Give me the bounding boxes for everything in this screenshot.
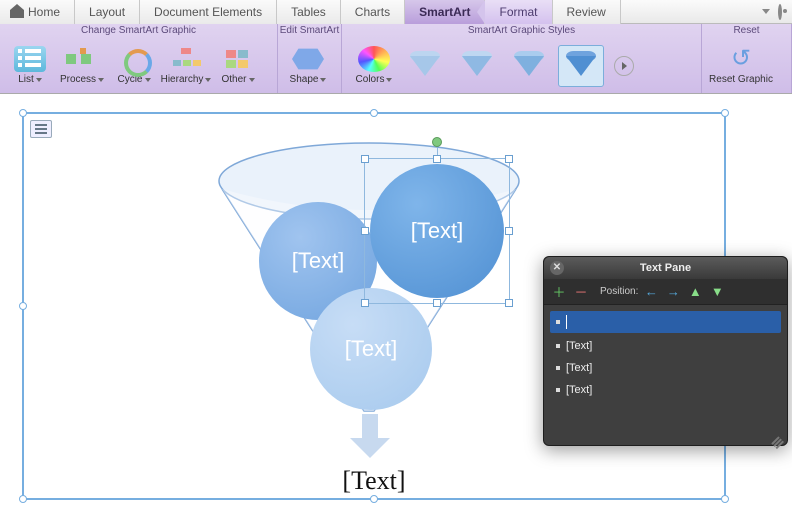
tab-review[interactable]: Review <box>553 0 621 24</box>
text-pane-toggle[interactable] <box>30 120 52 138</box>
resize-handle[interactable] <box>433 299 441 307</box>
reset-icon <box>725 46 757 72</box>
funnel-result-text[interactable]: [Text] <box>314 466 434 496</box>
style-thumb-2[interactable] <box>454 45 500 87</box>
text-pane-item[interactable]: [Text] <box>544 335 787 357</box>
add-item-button[interactable]: ＋ <box>550 283 568 301</box>
group-styles: SmartArt Graphic Styles <box>342 24 701 38</box>
selection-box <box>364 158 510 304</box>
edit-shape-button[interactable]: Shape <box>284 46 332 85</box>
change-hierarchy-button[interactable]: Hierarchy <box>162 46 210 85</box>
funnel-arrow-icon <box>350 414 390 464</box>
resize-handle[interactable] <box>505 155 513 163</box>
style-thumb-3[interactable] <box>506 45 552 87</box>
group-change-smartart: Change SmartArt Graphic <box>0 24 277 38</box>
text-pane-item[interactable]: [Text] <box>544 357 787 379</box>
ribbon: Change SmartArt Graphic List Process Cyc… <box>0 24 792 94</box>
ribbon-collapse-toggle[interactable] <box>762 9 770 14</box>
move-down-button[interactable]: ▼ <box>708 283 726 301</box>
tab-format[interactable]: Format <box>485 0 552 24</box>
resize-handle[interactable] <box>505 299 513 307</box>
text-pane-item-active[interactable] <box>550 311 781 333</box>
change-cycle-button[interactable]: Cycle <box>110 46 158 85</box>
resize-handle[interactable] <box>505 227 513 235</box>
resize-handle[interactable] <box>361 155 369 163</box>
indent-button[interactable]: → <box>664 283 682 301</box>
remove-item-button[interactable]: － <box>572 283 590 301</box>
close-icon[interactable]: ✕ <box>550 261 564 275</box>
tab-charts[interactable]: Charts <box>341 0 405 24</box>
change-list-button[interactable]: List <box>6 46 54 85</box>
frame-handle[interactable] <box>370 495 378 503</box>
text-pane-title[interactable]: ✕ Text Pane <box>544 257 787 279</box>
position-label: Position: <box>600 286 638 297</box>
ribbon-tabs: Home Layout Document Elements Tables Cha… <box>0 0 792 24</box>
text-pane[interactable]: ✕ Text Pane ＋ － Position: ← → ▲ ▼ [Text]… <box>543 256 788 446</box>
text-pane-list: [Text] [Text] [Text] <box>544 305 787 405</box>
frame-handle[interactable] <box>721 109 729 117</box>
colors-button[interactable]: Colors <box>352 46 396 85</box>
cycle-icon <box>118 46 150 72</box>
text-pane-item[interactable]: [Text] <box>544 379 787 401</box>
resize-handle[interactable] <box>361 227 369 235</box>
home-icon <box>10 6 24 18</box>
styles-more-button[interactable] <box>614 56 634 76</box>
outdent-button[interactable]: ← <box>642 283 660 301</box>
shape-icon <box>292 46 324 72</box>
frame-handle[interactable] <box>370 109 378 117</box>
change-other-button[interactable]: Other <box>214 46 262 85</box>
funnel-circle-3[interactable]: [Text] <box>310 288 432 410</box>
tab-document-elements[interactable]: Document Elements <box>140 0 277 24</box>
group-reset: Reset <box>702 24 791 38</box>
move-up-button[interactable]: ▲ <box>686 283 704 301</box>
colors-icon <box>358 46 390 72</box>
resize-handle[interactable] <box>433 155 441 163</box>
list-icon <box>14 46 46 72</box>
frame-handle[interactable] <box>721 495 729 503</box>
reset-graphic-button[interactable]: Reset Graphic <box>708 46 774 85</box>
change-process-button[interactable]: Process <box>58 46 106 85</box>
tab-tables[interactable]: Tables <box>277 0 341 24</box>
frame-handle[interactable] <box>19 495 27 503</box>
settings-gear-icon[interactable] <box>778 6 782 18</box>
hierarchy-icon <box>170 46 202 72</box>
funnel-graphic: [Text] [Text] [Text] [Text] <box>154 126 574 496</box>
resize-handle[interactable] <box>361 299 369 307</box>
tab-home[interactable]: Home <box>0 0 75 24</box>
tab-layout[interactable]: Layout <box>75 0 140 24</box>
tab-smartart[interactable]: SmartArt <box>405 0 485 24</box>
other-icon <box>222 46 254 72</box>
style-thumb-4-selected[interactable] <box>558 45 604 87</box>
text-pane-toolbar: ＋ － Position: ← → ▲ ▼ <box>544 279 787 305</box>
rotation-handle[interactable] <box>432 137 442 147</box>
process-icon <box>66 46 98 72</box>
group-edit-smartart: Edit SmartArt <box>278 24 341 38</box>
resize-grip-icon[interactable] <box>772 430 784 442</box>
style-thumb-1[interactable] <box>402 45 448 87</box>
frame-handle[interactable] <box>19 302 27 310</box>
funnel-circle-2-selected[interactable]: [Text] <box>370 164 504 298</box>
frame-handle[interactable] <box>19 109 27 117</box>
